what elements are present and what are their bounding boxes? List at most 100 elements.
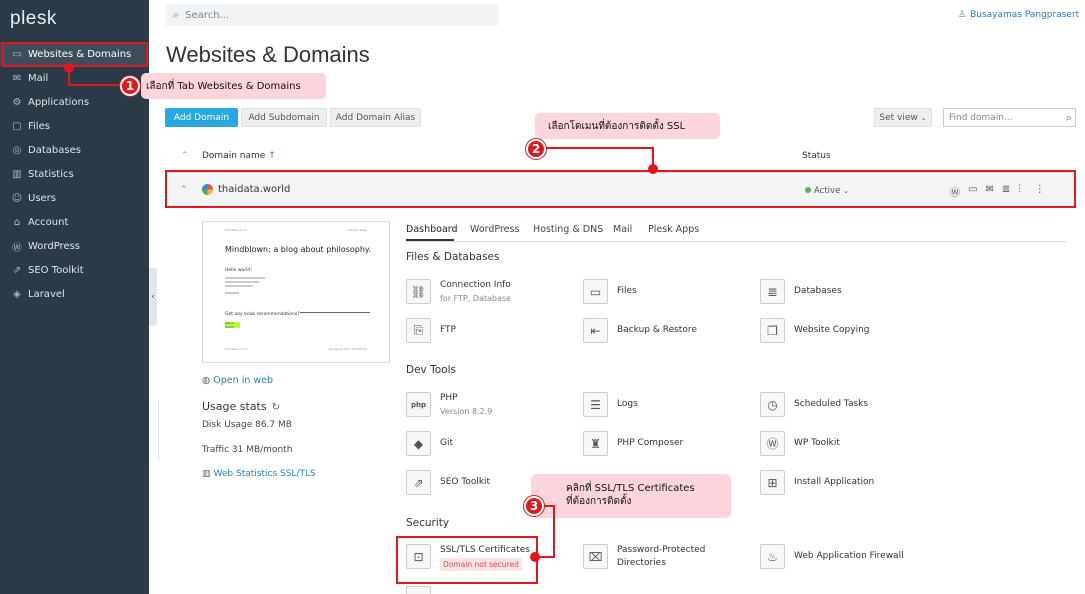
sidebar-item-statistics[interactable]: ▥ Statistics	[0, 162, 149, 186]
tab-mail[interactable]: Mail	[613, 224, 632, 235]
preview-rule	[300, 312, 370, 313]
tool-git[interactable]: ◆ Git	[406, 431, 453, 456]
step-marker-3: 3	[524, 496, 544, 516]
locked-folder-icon: ⌧	[583, 544, 608, 569]
sidebar-item-websites-domains[interactable]: ▭ Websites & Domains	[0, 42, 149, 66]
user-icon: ♙	[958, 10, 967, 20]
usage-stats-title: Usage stats ↻	[202, 400, 280, 413]
tab-dashboard[interactable]: Dashboard	[406, 224, 458, 235]
refresh-icon[interactable]: ↻	[272, 402, 280, 413]
tool-partial[interactable]	[406, 586, 431, 594]
sidebar-item-users[interactable]: ☺ Users	[0, 186, 149, 210]
wordpress-icon: Ⓦ	[12, 242, 22, 254]
find-domain-input[interactable]: Find domain... ⌕	[943, 108, 1076, 127]
tool-php[interactable]: php PHP Version 8.2.9	[406, 392, 492, 418]
folder-icon[interactable]: ▭	[968, 184, 977, 199]
tool-files[interactable]: ▭ Files	[583, 279, 637, 304]
sidebar-item-databases[interactable]: ◎ Databases	[0, 138, 149, 162]
domain-name-link[interactable]: thaidata.world	[218, 184, 290, 195]
add-subdomain-button[interactable]: Add Subdomain	[241, 108, 327, 127]
preview-footer-right: Designed with WordPress	[329, 347, 367, 351]
add-domain-button[interactable]: Add Domain	[165, 108, 238, 127]
sidebar-item-files[interactable]: ▢ Files	[0, 114, 149, 138]
preview-text-line	[225, 292, 239, 294]
seo-icon: ⇗	[406, 470, 431, 495]
preview-text-line	[225, 277, 265, 279]
link-icon: ⛓	[406, 279, 431, 304]
wordpress-icon[interactable]: Ⓦ	[950, 184, 960, 199]
tool-label: PHP	[440, 393, 458, 403]
sidebar-item-account[interactable]: ⌂ Account	[0, 210, 149, 234]
add-domain-alias-button[interactable]: Add Domain Alias	[330, 108, 421, 127]
globe-icon: ◍	[202, 375, 211, 386]
user-menu[interactable]: ♙ Busayamas Pangprasert	[958, 10, 1079, 20]
sidebar-item-wordpress[interactable]: Ⓦ WordPress	[0, 234, 149, 258]
sidebar-item-label: Laravel	[28, 288, 65, 300]
sidebar-item-label: Statistics	[28, 168, 74, 180]
tool-website-copying[interactable]: ❐ Website Copying	[760, 318, 870, 343]
more-options-icon[interactable]: ⋮	[1035, 184, 1045, 199]
tool-label: WP Toolkit	[794, 438, 840, 448]
preview-site-name: thaidata.world	[225, 228, 247, 232]
web-statistics-link[interactable]: ▥ Web Statistics SSL/TLS	[202, 469, 316, 479]
tab-plesk-apps[interactable]: Plesk Apps	[648, 224, 699, 235]
chevron-down-icon: ⌄	[920, 113, 927, 122]
sidebar-item-label: Databases	[28, 144, 81, 156]
settings-sliders-icon[interactable]: ⫶	[1018, 184, 1021, 199]
tool-label: Logs	[617, 399, 638, 409]
connector-line	[68, 84, 122, 86]
traffic-usage: Traffic 31 MB/month	[202, 445, 293, 455]
mail-icon[interactable]: ✉	[985, 184, 993, 199]
disk-usage: Disk Usage 86.7 MB	[202, 420, 292, 430]
user-name: Busayamas Pangprasert	[970, 10, 1080, 20]
tool-label: Install Application	[794, 477, 875, 487]
chevron-down-icon: ⌄	[843, 187, 849, 195]
sidebar-item-seo-toolkit[interactable]: ⇗ SEO Toolkit	[0, 258, 149, 282]
tool-label: Password-Protected	[617, 545, 706, 555]
set-view-button[interactable]: Set view ⌄	[874, 108, 932, 127]
website-preview[interactable]: thaidata.world Sample Page Mindblown: a …	[202, 221, 390, 363]
tool-php-composer[interactable]: ♜ PHP Composer	[583, 431, 683, 456]
active-tab-indicator	[406, 239, 454, 241]
tool-seo-toolkit[interactable]: ⇗ SEO Toolkit	[406, 470, 490, 495]
tool-web-application-firewall[interactable]: ♨ Web Application Firewall	[760, 544, 904, 569]
column-domain-name[interactable]: Domain name ↑	[202, 151, 276, 161]
grid-icon: ⊞	[760, 470, 785, 495]
fire-icon: ♨	[760, 544, 785, 569]
column-status[interactable]: Status	[802, 151, 831, 161]
status-badge[interactable]: Active ⌄	[805, 186, 849, 196]
sidebar-item-label: Applications	[28, 96, 90, 108]
collapse-all-icon[interactable]: ⌃	[181, 151, 189, 161]
tool-install-application[interactable]: ⊞ Install Application	[760, 470, 874, 495]
database-icon: ≣	[760, 279, 785, 304]
search-placeholder: Search...	[185, 9, 230, 21]
open-in-web-link[interactable]: ◍ Open in web	[202, 375, 273, 386]
database-icon[interactable]: ≣	[1002, 184, 1010, 199]
tool-backup-restore[interactable]: ⇤ Backup & Restore	[583, 318, 697, 343]
chevron-up-icon[interactable]: ⌃	[180, 185, 188, 195]
tool-logs[interactable]: ☰ Logs	[583, 392, 638, 417]
callout-step-3-line1: คลิกที่ SSL/TLS Certificates	[566, 483, 695, 494]
user-icon: ☺	[11, 192, 23, 204]
tool-scheduled-tasks[interactable]: ◷ Scheduled Tasks	[760, 392, 868, 417]
backup-icon: ⇤	[583, 318, 608, 343]
tool-wp-toolkit[interactable]: Ⓦ WP Toolkit	[760, 431, 840, 456]
domain-row[interactable]: ⌃ thaidata.world Active ⌄ Ⓦ ▭ ✉ ≣ ⫶ ⋮	[165, 172, 1076, 208]
plesk-logo[interactable]: plesk	[10, 8, 57, 30]
callout-step-2: เลือกโดเมนที่ต้องการติดตั้ง SSL	[535, 113, 720, 139]
tool-connection-info[interactable]: ⛓ Connection Info for FTP, Database	[406, 279, 511, 305]
chevron-left-icon: ‹	[151, 292, 155, 302]
sidebar-item-laravel[interactable]: ◈ Laravel	[0, 282, 149, 306]
sidebar-collapse-handle[interactable]: ‹	[149, 268, 157, 326]
preview-question: Got any book recommendations?	[225, 312, 300, 317]
global-search-input[interactable]: ⌕ Search...	[165, 4, 499, 26]
tool-label: Website Copying	[794, 325, 870, 335]
tab-hosting-dns[interactable]: Hosting & DNS	[533, 224, 603, 235]
tab-wordpress[interactable]: WordPress	[470, 224, 519, 235]
page-title: Websites & Domains	[166, 42, 370, 67]
tool-ftp[interactable]: ⎘ FTP	[406, 318, 456, 343]
tool-password-protected-directories[interactable]: ⌧ Password-Protected Directories	[583, 544, 705, 570]
tool-ssl-tls-certificates[interactable]: ⊡ SSL/TLS Certificates Domain not secured	[406, 544, 530, 572]
tool-databases[interactable]: ≣ Databases	[760, 279, 842, 304]
preview-text-line	[225, 285, 253, 287]
